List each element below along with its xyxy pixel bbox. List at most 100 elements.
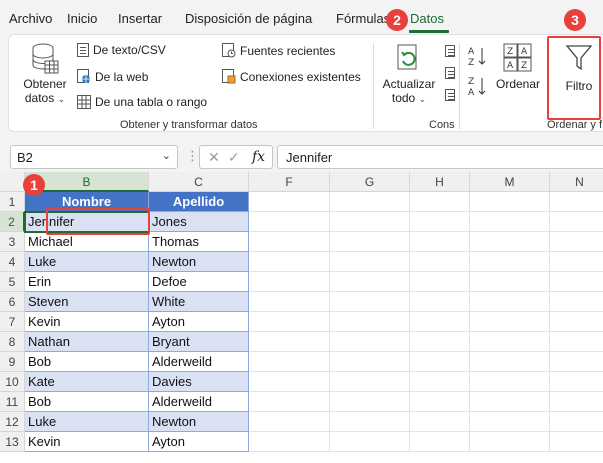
empty-cell[interactable] (410, 232, 470, 252)
empty-cell[interactable] (249, 412, 330, 432)
empty-cell[interactable] (330, 192, 410, 212)
empty-cell[interactable] (550, 412, 603, 432)
empty-cell[interactable] (330, 372, 410, 392)
vertical-dots-icon[interactable]: ⋮ (186, 148, 199, 164)
empty-cell[interactable] (330, 412, 410, 432)
cell-nombre[interactable]: Nathan (25, 332, 149, 352)
row-header-9[interactable]: 9 (0, 352, 25, 372)
row-header-7[interactable]: 7 (0, 312, 25, 332)
empty-cell[interactable] (249, 352, 330, 372)
empty-cell[interactable] (330, 332, 410, 352)
empty-cell[interactable] (550, 232, 603, 252)
empty-cell[interactable] (410, 252, 470, 272)
empty-cell[interactable] (470, 192, 550, 212)
queries-icon[interactable] (445, 45, 455, 57)
row-header-8[interactable]: 8 (0, 332, 25, 352)
empty-cell[interactable] (470, 292, 550, 312)
cell-nombre[interactable]: Kate (25, 372, 149, 392)
tab-disposicion[interactable]: Disposición de página (185, 11, 312, 26)
de-tabla-button[interactable]: De una tabla o rango (77, 95, 207, 109)
empty-cell[interactable] (550, 292, 603, 312)
cell-nombre[interactable]: Kevin (25, 312, 149, 332)
properties-icon[interactable] (445, 67, 455, 79)
column-header-n[interactable]: N (550, 172, 603, 192)
empty-cell[interactable] (410, 332, 470, 352)
edit-links-icon[interactable] (445, 89, 455, 101)
cell-apellido[interactable]: Newton (149, 252, 249, 272)
cell-nombre[interactable]: Bob (25, 352, 149, 372)
tab-insertar[interactable]: Insertar (118, 11, 162, 26)
empty-cell[interactable] (249, 432, 330, 452)
empty-cell[interactable] (550, 192, 603, 212)
empty-cell[interactable] (249, 192, 330, 212)
row-header-11[interactable]: 11 (0, 392, 25, 412)
empty-cell[interactable] (410, 352, 470, 372)
empty-cell[interactable] (249, 272, 330, 292)
cell-nombre[interactable]: Steven (25, 292, 149, 312)
empty-cell[interactable] (249, 232, 330, 252)
cell-apellido[interactable]: Jones (149, 212, 249, 232)
empty-cell[interactable] (330, 252, 410, 272)
cell-nombre[interactable]: Bob (25, 392, 149, 412)
cell-apellido[interactable]: Davies (149, 372, 249, 392)
table-header-cell[interactable]: Apellido (149, 192, 249, 212)
empty-cell[interactable] (550, 332, 603, 352)
empty-cell[interactable] (470, 412, 550, 432)
insert-function-icon[interactable]: fx (252, 149, 265, 165)
empty-cell[interactable] (470, 372, 550, 392)
cell-nombre[interactable]: Luke (25, 412, 149, 432)
cell-apellido[interactable]: Alderweild (149, 352, 249, 372)
column-header-c[interactable]: C (149, 172, 249, 192)
tab-formulas[interactable]: Fórmulas (336, 11, 390, 26)
fuentes-recientes-button[interactable]: Fuentes recientes (222, 43, 335, 58)
empty-cell[interactable] (330, 232, 410, 252)
cancel-x-icon[interactable]: ✕ (208, 149, 220, 166)
actualizar-todo-button[interactable]: Actualizar todo ⌄ (380, 41, 438, 105)
column-header-f[interactable]: F (249, 172, 330, 192)
empty-cell[interactable] (550, 212, 603, 232)
empty-cell[interactable] (550, 432, 603, 452)
empty-cell[interactable] (470, 352, 550, 372)
empty-cell[interactable] (249, 252, 330, 272)
empty-cell[interactable] (550, 352, 603, 372)
formula-input[interactable]: Jennifer (277, 145, 603, 169)
name-box[interactable]: B2 ⌄ (10, 145, 178, 169)
empty-cell[interactable] (470, 392, 550, 412)
empty-cell[interactable] (330, 212, 410, 232)
cell-apellido[interactable]: Alderweild (149, 392, 249, 412)
empty-cell[interactable] (550, 272, 603, 292)
empty-cell[interactable] (330, 292, 410, 312)
de-texto-csv-button[interactable]: De texto/CSV (77, 43, 166, 57)
empty-cell[interactable] (330, 272, 410, 292)
empty-cell[interactable] (249, 332, 330, 352)
cell-apellido[interactable]: Thomas (149, 232, 249, 252)
cell-nombre[interactable]: Luke (25, 252, 149, 272)
empty-cell[interactable] (550, 252, 603, 272)
empty-cell[interactable] (470, 232, 550, 252)
empty-cell[interactable] (330, 312, 410, 332)
empty-cell[interactable] (330, 352, 410, 372)
empty-cell[interactable] (470, 332, 550, 352)
empty-cell[interactable] (249, 312, 330, 332)
row-header-4[interactable]: 4 (0, 252, 25, 272)
empty-cell[interactable] (410, 312, 470, 332)
cell-apellido[interactable]: Defoe (149, 272, 249, 292)
tab-datos[interactable]: Datos (410, 11, 444, 26)
empty-cell[interactable] (470, 212, 550, 232)
select-all-corner[interactable] (0, 172, 25, 192)
sort-az-button[interactable]: A Z (467, 45, 489, 70)
empty-cell[interactable] (249, 372, 330, 392)
cell-nombre[interactable]: Kevin (25, 432, 149, 452)
filtro-button[interactable]: Filtro (554, 41, 603, 93)
empty-cell[interactable] (249, 212, 330, 232)
empty-cell[interactable] (550, 372, 603, 392)
tab-archivo[interactable]: Archivo (9, 11, 52, 26)
row-header-12[interactable]: 12 (0, 412, 25, 432)
column-header-m[interactable]: M (470, 172, 550, 192)
row-header-5[interactable]: 5 (0, 272, 25, 292)
empty-cell[interactable] (410, 292, 470, 312)
cell-nombre[interactable]: Erin (25, 272, 149, 292)
obtener-datos-button[interactable]: Obtener datos ⌄ (17, 41, 73, 113)
conexiones-existentes-button[interactable]: Conexiones existentes (222, 69, 361, 84)
empty-cell[interactable] (410, 272, 470, 292)
